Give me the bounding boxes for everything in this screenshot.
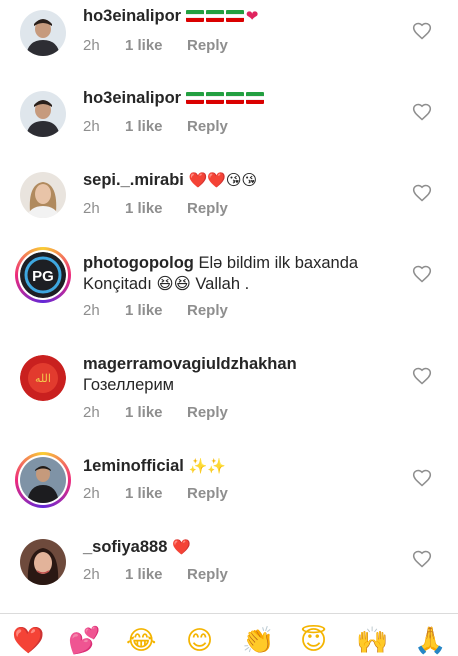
- like-heart-icon[interactable]: [412, 264, 432, 284]
- like-heart-icon[interactable]: [412, 183, 432, 203]
- comment-time: 2h: [83, 404, 100, 421]
- comment-username[interactable]: photogopolog: [83, 254, 194, 272]
- comment-text: Гозеллерим: [83, 376, 174, 394]
- emoji-red-heart-button[interactable]: ❤️: [12, 626, 44, 656]
- reply-button[interactable]: Reply: [187, 485, 228, 502]
- comment-username[interactable]: sepi._.mirabi: [83, 171, 184, 189]
- like-heart-icon[interactable]: [412, 21, 432, 41]
- comment-username[interactable]: _sofiya888: [83, 538, 167, 556]
- reply-button[interactable]: Reply: [187, 566, 228, 583]
- hearts-kiss-emoji: ❤️❤️😘😘: [188, 171, 258, 189]
- comment-time: 2h: [83, 118, 100, 135]
- comment-username[interactable]: magerramovagiuldzhakhan: [83, 355, 297, 373]
- avatar[interactable]: [20, 457, 66, 503]
- emoji-raised-hands-button[interactable]: 🙌: [356, 626, 388, 656]
- comment-time: 2h: [83, 302, 100, 319]
- emoji-clap-button[interactable]: 👏: [242, 626, 274, 656]
- heart-emoji: ❤: [245, 7, 259, 25]
- comment-likes[interactable]: 1 like: [125, 37, 187, 54]
- reply-button[interactable]: Reply: [187, 200, 228, 217]
- comment-likes[interactable]: 1 like: [125, 118, 187, 135]
- avatar[interactable]: [20, 172, 66, 218]
- comment-time: 2h: [83, 566, 100, 583]
- like-heart-icon[interactable]: [412, 102, 432, 122]
- sparkles-emoji: ✨✨: [188, 457, 226, 475]
- heart-emoji: ❤️: [172, 538, 191, 556]
- reply-button[interactable]: Reply: [187, 37, 228, 54]
- comment-likes[interactable]: 1 like: [125, 404, 187, 421]
- avatar[interactable]: [20, 10, 66, 56]
- comment-username[interactable]: ho3einalipor: [83, 7, 181, 25]
- like-heart-icon[interactable]: [412, 549, 432, 569]
- like-heart-icon[interactable]: [412, 468, 432, 488]
- iran-flag-emoji: [185, 89, 266, 107]
- comment-likes[interactable]: 1 like: [125, 485, 187, 502]
- comment-likes[interactable]: 1 like: [125, 566, 187, 583]
- avatar[interactable]: الله: [20, 355, 66, 401]
- emoji-two-hearts-button[interactable]: 💕: [68, 626, 100, 656]
- avatar[interactable]: PG: [20, 252, 66, 298]
- comment-time: 2h: [83, 200, 100, 217]
- reply-button[interactable]: Reply: [187, 118, 228, 135]
- comment-username[interactable]: ho3einalipor: [83, 89, 181, 107]
- emoji-joy-button[interactable]: 😂: [126, 626, 156, 656]
- comment-username[interactable]: 1eminofficial: [83, 457, 184, 475]
- like-heart-icon[interactable]: [412, 366, 432, 386]
- emoji-smile-button[interactable]: 😊: [186, 626, 213, 656]
- svg-text:PG: PG: [32, 268, 54, 285]
- iran-flag-emoji: [185, 7, 246, 25]
- avatar[interactable]: [20, 539, 66, 585]
- avatar[interactable]: [20, 91, 66, 137]
- emoji-pray-button[interactable]: 🙏: [414, 626, 446, 656]
- comment-likes[interactable]: 1 like: [125, 302, 187, 319]
- emoji-halo-button[interactable]: 😇: [300, 626, 327, 656]
- comment-time: 2h: [83, 37, 100, 54]
- reply-button[interactable]: Reply: [187, 404, 228, 421]
- svg-text:الله: الله: [35, 372, 51, 385]
- comment-likes[interactable]: 1 like: [125, 200, 187, 217]
- comment-time: 2h: [83, 485, 100, 502]
- quick-emoji-tray: ❤️ 💕 😂 😊 👏 😇 🙌 🙏: [0, 613, 458, 656]
- reply-button[interactable]: Reply: [187, 302, 228, 319]
